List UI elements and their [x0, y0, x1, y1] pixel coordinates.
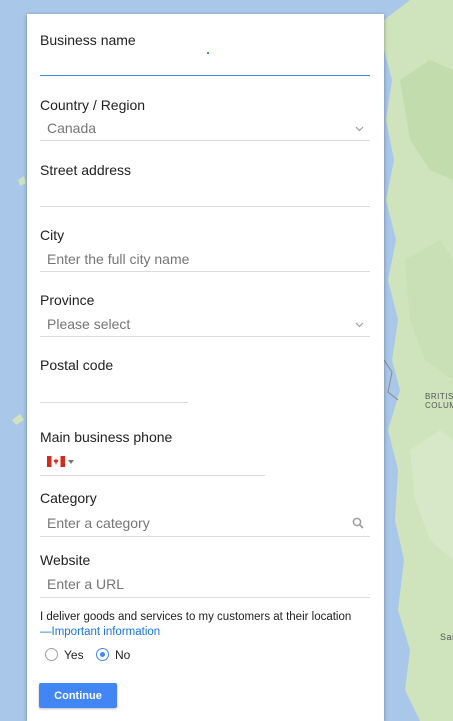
- search-icon: [352, 517, 364, 529]
- chevron-down-icon[interactable]: [355, 322, 364, 328]
- postal-code-label: Postal code: [40, 357, 114, 373]
- radio-no-label[interactable]: No: [115, 648, 130, 662]
- continue-button[interactable]: Continue: [39, 683, 117, 708]
- map-label-line-2: COLUM: [425, 401, 453, 410]
- deliver-question: I deliver goods and services to my custo…: [40, 611, 352, 623]
- category-input[interactable]: Enter a category: [47, 515, 150, 531]
- text-cursor: [207, 52, 209, 54]
- street-address-input[interactable]: [40, 206, 370, 207]
- country-label: Country / Region: [40, 97, 146, 113]
- category-label: Category: [40, 490, 97, 506]
- website-input[interactable]: Enter a URL: [47, 576, 124, 592]
- postal-code-input[interactable]: [40, 402, 188, 403]
- radio-yes[interactable]: [45, 648, 58, 661]
- business-name-label: Business name: [40, 32, 136, 48]
- business-form-card: Business name Country / Region Canada St…: [27, 14, 384, 721]
- radio-no[interactable]: [96, 648, 109, 661]
- canada-flag-icon[interactable]: [47, 456, 65, 467]
- chevron-down-icon[interactable]: [355, 126, 364, 132]
- city-input[interactable]: Enter the full city name: [47, 251, 189, 267]
- business-name-input[interactable]: [40, 75, 370, 76]
- province-select[interactable]: Please select: [47, 316, 130, 332]
- important-information-link[interactable]: —Important information: [40, 625, 160, 640]
- city-label: City: [40, 227, 65, 243]
- country-select[interactable]: Canada: [47, 120, 96, 136]
- website-underline: [40, 597, 370, 598]
- phone-input[interactable]: [40, 475, 265, 476]
- radio-yes-label[interactable]: Yes: [64, 648, 84, 662]
- city-underline: [40, 271, 370, 272]
- country-underline: [40, 140, 370, 141]
- province-label: Province: [40, 292, 95, 308]
- website-label: Website: [40, 552, 91, 568]
- country-code-dropdown-icon[interactable]: [68, 460, 74, 464]
- province-underline: [40, 336, 370, 337]
- street-address-label: Street address: [40, 162, 132, 178]
- category-underline: [40, 536, 370, 537]
- map-label-city: Sar: [440, 632, 453, 642]
- map-label-province: BRITIS COLUM: [425, 392, 453, 410]
- phone-label: Main business phone: [40, 429, 173, 445]
- map-label-line-1: BRITIS: [425, 392, 453, 401]
